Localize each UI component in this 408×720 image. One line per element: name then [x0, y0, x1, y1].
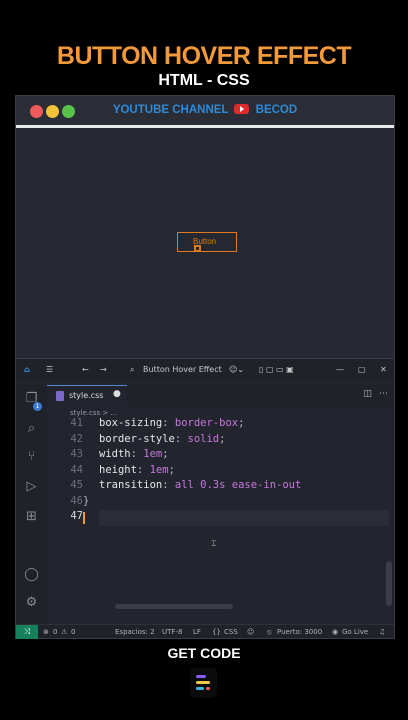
copilot-status-icon[interactable]: ☺ [247, 628, 254, 636]
search-icon[interactable]: ⌕ [130, 365, 134, 375]
css-file-icon [56, 391, 64, 401]
code-editor[interactable]: 41 box-sizing: border-box; 42 border-sty… [47, 417, 394, 625]
unsaved-dot-icon[interactable]: ● [113, 389, 121, 399]
code-text: border-style: solid; [99, 432, 226, 445]
remote-indicator-icon[interactable]: ⤨ [16, 625, 38, 639]
vertical-scrollbar[interactable] [386, 561, 392, 606]
warning-icon[interactable]: ⚠ [61, 628, 67, 636]
language-braces-icon: {} [212, 628, 221, 636]
extensions-icon[interactable]: ⊞ [24, 509, 39, 524]
browser-window: YOUTUBE CHANNEL BECOD Button ⌂ ☰ ← → ⌕ B… [15, 95, 395, 639]
get-code-label: GET CODE [167, 645, 241, 661]
becod-logo-icon [190, 668, 217, 698]
win-minimize-icon[interactable]: — [336, 365, 344, 374]
hover-square-icon [194, 245, 201, 252]
run-debug-icon[interactable]: ▷ [24, 479, 39, 494]
channel-banner: YOUTUBE CHANNEL BECOD [16, 104, 394, 116]
code-line: 45 transition: all 0.3s ease-in-out [47, 479, 387, 495]
explorer-badge: 1 [33, 402, 42, 411]
port-status[interactable]: Puerto: 3000 [277, 628, 322, 636]
line-number: 44 [70, 463, 83, 476]
port-icon: ⦸ [267, 628, 272, 636]
channel-prefix: YOUTUBE CHANNEL [112, 104, 229, 116]
go-live-button[interactable]: Go Live [342, 628, 368, 636]
closing-brace: } [83, 494, 90, 507]
line-number: 45 [70, 479, 83, 491]
line-number: 47 [70, 510, 83, 522]
code-text: transition: all 0.3s ease-in-out [99, 479, 302, 491]
line-number: 42 [70, 432, 83, 445]
account-icon[interactable]: ◯ [24, 567, 39, 582]
line-number: 43 [70, 448, 83, 460]
forward-arrow-icon[interactable]: → [100, 365, 107, 374]
code-line: 43 width: 1em; [47, 448, 387, 464]
line-number: 46 [70, 494, 83, 507]
code-line-current: 47 [47, 510, 387, 526]
tab-label: style.css [69, 391, 104, 400]
code-line: 42 border-style: solid; [47, 433, 387, 449]
vscode-title-bar: ⌂ ☰ ← → ⌕ Button Hover Effect ☺⌄ ▯ ▢ ▭ ▣… [16, 358, 394, 380]
indentation-status[interactable]: Espacios: 2 [115, 628, 155, 636]
vscode-logo-icon: ⌂ [24, 365, 30, 374]
line-number: 41 [70, 417, 83, 429]
back-arrow-icon[interactable]: ← [82, 365, 89, 374]
language-status[interactable]: CSS [224, 628, 238, 636]
settings-gear-icon[interactable]: ⚙ [24, 595, 39, 610]
channel-name: BECOD [255, 104, 298, 116]
tab-style-css[interactable]: style.css ● [47, 385, 127, 407]
notifications-bell-icon[interactable]: ♫ [379, 628, 385, 636]
preview-area: Button [16, 128, 394, 358]
errors-icon[interactable]: ⊗ [43, 628, 49, 636]
text-cursor [83, 512, 85, 524]
video-title: BUTTON HOVER EFFECT [56, 42, 352, 70]
editor-tabs: style.css ● ◫ ⋯ [47, 385, 394, 407]
video-subtitle: HTML - CSS [158, 72, 250, 89]
horizontal-scrollbar[interactable] [115, 604, 233, 609]
win-close-icon[interactable]: ✕ [380, 365, 387, 374]
youtube-icon [234, 104, 250, 114]
activity-bar: ❐ 1 ⌕ ⑂ ▷ ⊞ ◯ ⚙ [16, 385, 47, 625]
code-line: 44 height: 1em; [47, 464, 387, 480]
split-editor-icon[interactable]: ◫ [363, 389, 372, 399]
broadcast-icon: ◉ [332, 628, 339, 636]
code-text: height: 1em; [99, 463, 175, 476]
vscode-main: ❐ 1 ⌕ ⑂ ▷ ⊞ ◯ ⚙ style.css ● ◫ ⋯ style.cs… [16, 385, 394, 625]
win-restore-icon[interactable]: ▢ [358, 365, 366, 374]
layout-icons[interactable]: ▯ ▢ ▭ ▣ [259, 365, 294, 374]
source-control-icon[interactable]: ⑂ [24, 449, 39, 464]
menu-icon[interactable]: ☰ [46, 365, 53, 374]
more-actions-icon[interactable]: ⋯ [379, 389, 388, 399]
encoding-status[interactable]: UTF-8 [162, 628, 182, 636]
eol-status[interactable]: LF [193, 628, 201, 636]
browser-title-bar: YOUTUBE CHANNEL BECOD [16, 96, 394, 128]
status-bar: ⤨ ⊗ 0 ⚠ 0 Espacios: 2 UTF-8 LF {} CSS ☺ … [16, 624, 394, 639]
error-count[interactable]: 0 [53, 628, 57, 636]
code-text: width: 1em; [99, 448, 169, 460]
mouse-ibeam-icon: ⌶ [211, 539, 217, 549]
demo-button[interactable]: Button [177, 232, 237, 252]
code-line: 46 } [47, 495, 387, 511]
copilot-icon[interactable]: ☺⌄ [229, 365, 244, 374]
command-search-box[interactable]: Button Hover Effect [143, 365, 222, 374]
warning-count[interactable]: 0 [71, 628, 75, 636]
code-line: 41 box-sizing: border-box; [47, 417, 387, 433]
code-text: box-sizing: border-box; [99, 417, 245, 429]
search-sidebar-icon[interactable]: ⌕ [24, 421, 39, 436]
